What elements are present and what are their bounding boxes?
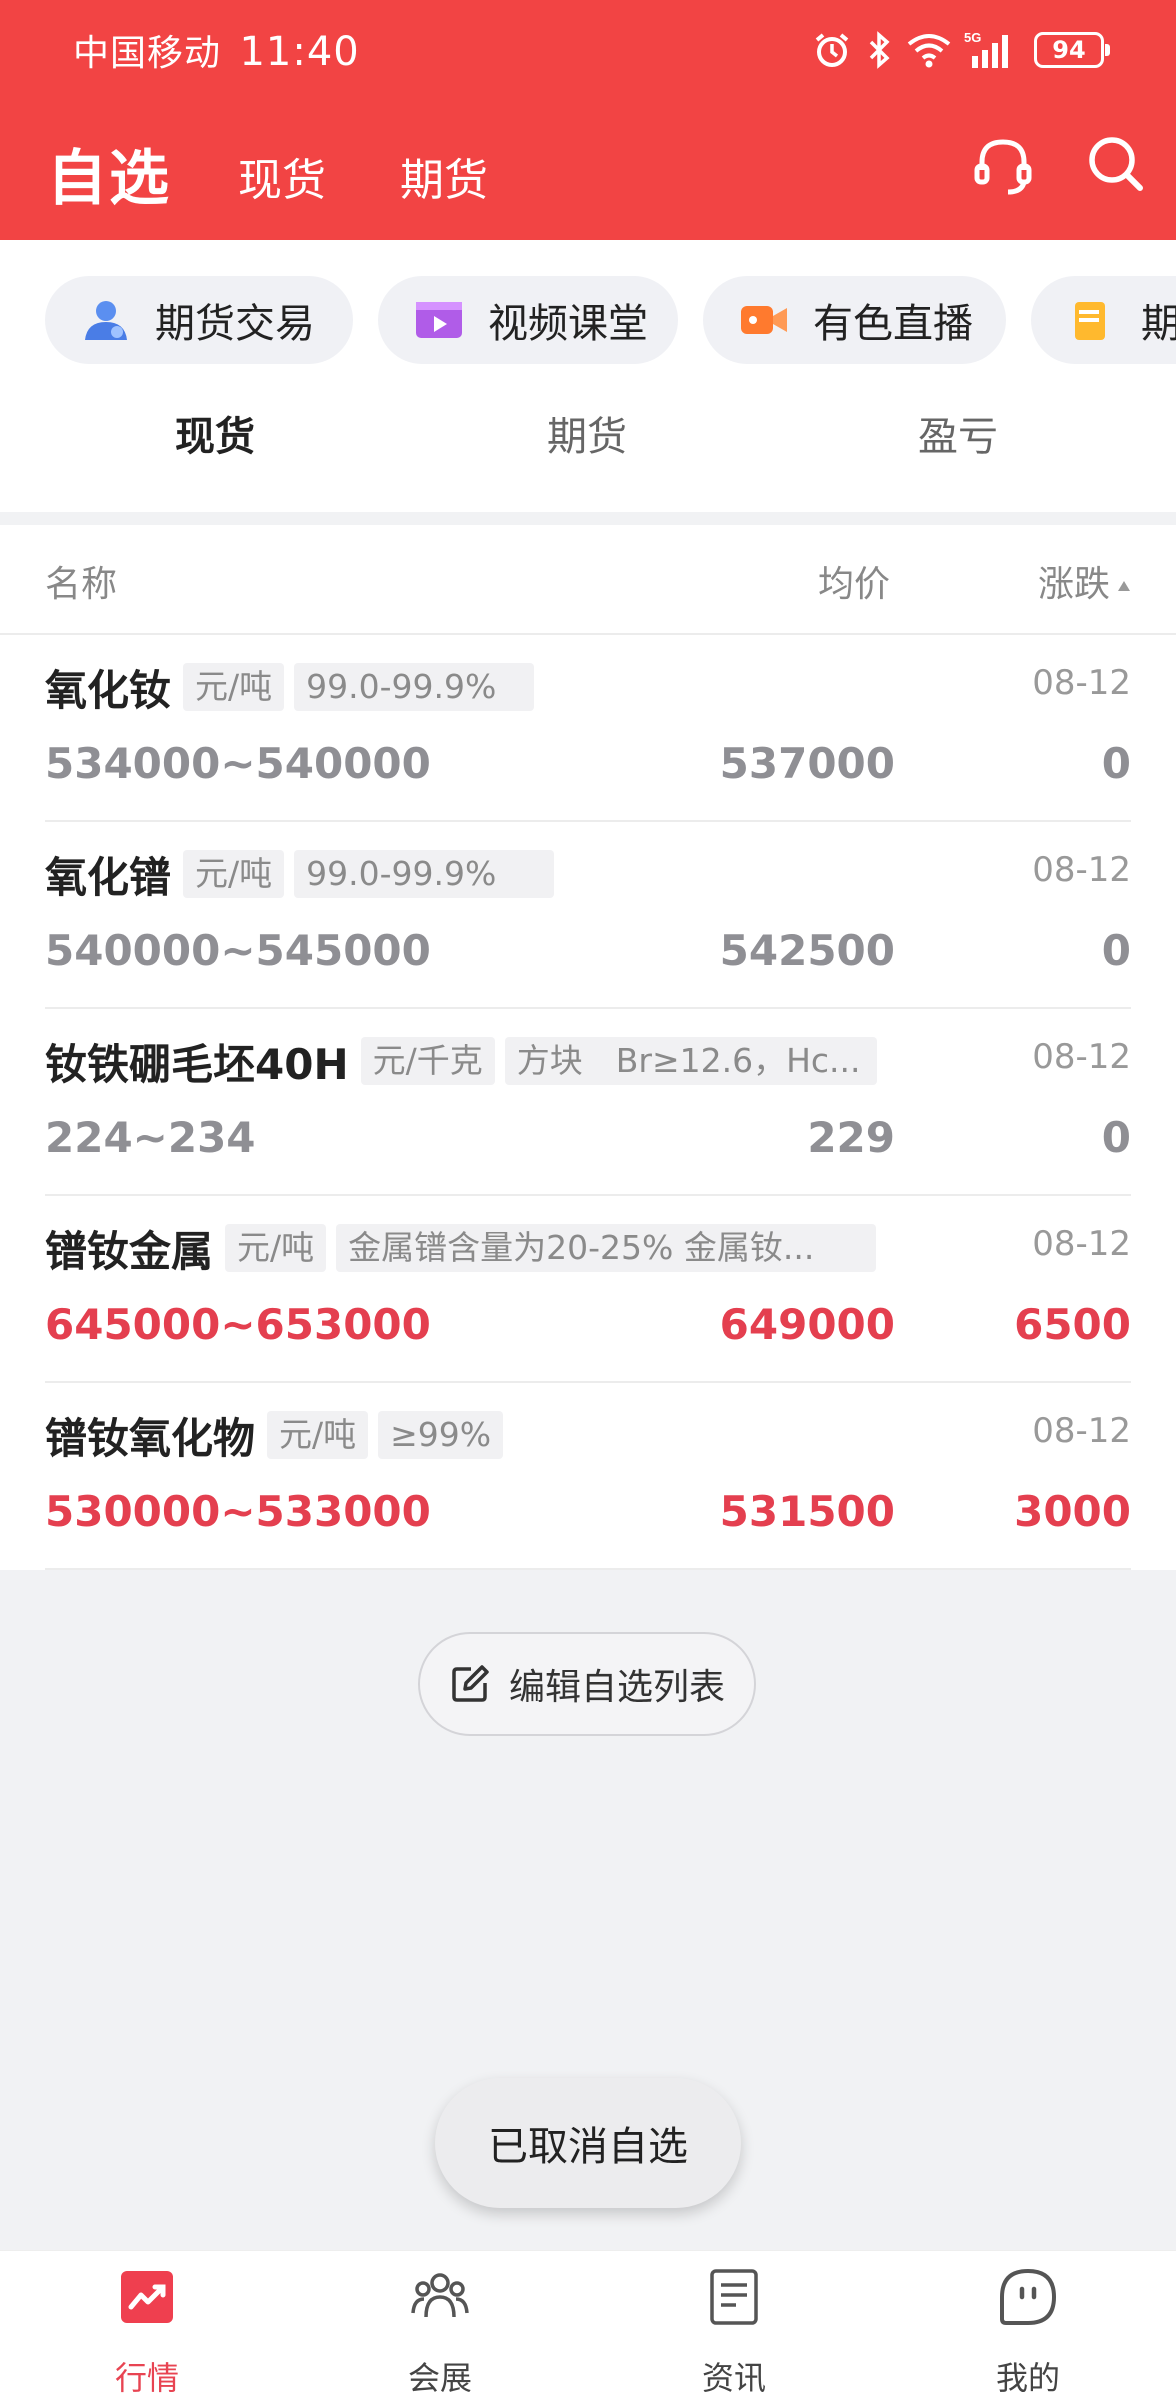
list-item[interactable]: 氧化镨 元/吨 99.0-99.9% 08-12 540000~545000 5… (45, 822, 1131, 1009)
avg-price: 537000 (719, 739, 895, 788)
header-change[interactable]: 涨跌 (1038, 555, 1110, 607)
svg-text:5G: 5G (964, 30, 981, 45)
edit-icon (452, 1665, 489, 1702)
product-name: 镨钕氧化物 (45, 1413, 256, 1463)
price-change: 0 (1101, 1113, 1131, 1162)
tab-exhibition[interactable]: 会展 (340, 2251, 540, 2400)
price-range: 540000~545000 (45, 926, 431, 975)
bottom-tab-bar: 行情 会展 资讯 我的 (0, 2250, 1176, 2400)
tab-news[interactable]: 资讯 (634, 2251, 834, 2400)
unit-tag: 元/吨 (225, 1224, 327, 1272)
status-icons: 5G 94 (812, 28, 1110, 72)
person-icon (85, 301, 127, 340)
news-icon (710, 2269, 758, 2325)
price-change: 0 (1101, 739, 1131, 788)
sub-tab-futures[interactable]: 期货 (547, 404, 627, 462)
chip-video-class[interactable]: 视频课堂 (378, 276, 678, 364)
quote-date: 08-12 (1032, 1037, 1131, 1077)
people-icon (411, 2273, 469, 2318)
spec-tag: ≥99% (378, 1411, 504, 1459)
quote-date: 08-12 (1032, 663, 1131, 703)
profile-icon (1000, 2268, 1057, 2325)
list-item[interactable]: 钕铁硼毛坯40H 元/千克 方块 Br≥12.6，Hc... 08-12 224… (45, 1009, 1131, 1196)
chart-icon (121, 2271, 173, 2323)
tab-market[interactable]: 行情 (47, 2251, 247, 2400)
tab-label: 行情 (114, 2359, 179, 2397)
chip-label: 视频课堂 (488, 301, 648, 347)
nav-tab-spot[interactable]: 现货 (238, 144, 326, 208)
product-name: 氧化镨 (45, 852, 172, 902)
quote-date: 08-12 (1032, 1224, 1131, 1264)
spec-tag: 金属镨含量为20-25% 金属钕... (336, 1224, 877, 1272)
avg-price: 542500 (719, 926, 895, 975)
bluetooth-icon (869, 31, 890, 69)
unit-tag: 元/吨 (183, 663, 285, 711)
tab-label: 我的 (995, 2359, 1060, 2397)
list-header: 名称 均价 涨跌 (0, 525, 1176, 635)
chip-label: 期货交易 (155, 301, 315, 347)
chip-label: 有色直播 (813, 301, 973, 347)
shortcut-bar: 期货交易 视频课堂 有色直播 期货 (0, 240, 1176, 512)
top-nav: 自选 现货 期货 (0, 120, 1176, 220)
chip-futures-trading[interactable]: 期货交易 (45, 276, 353, 364)
wifi-icon (907, 34, 951, 68)
nav-tab-futures[interactable]: 期货 (400, 144, 488, 208)
product-name: 镨钕金属 (45, 1226, 214, 1276)
camera-icon (741, 306, 787, 334)
price-range: 534000~540000 (45, 739, 431, 788)
list-item[interactable]: 镨钕氧化物 元/吨 ≥99% 08-12 530000~533000 53150… (45, 1383, 1131, 1570)
tab-label: 会展 (407, 2359, 472, 2397)
quote-date: 08-12 (1032, 1411, 1131, 1451)
unit-tag: 元/吨 (267, 1411, 369, 1459)
search-icon[interactable] (1082, 130, 1152, 200)
video-icon (416, 302, 462, 338)
tab-label: 资讯 (701, 2359, 766, 2397)
edit-watchlist-button[interactable]: 编辑自选列表 (418, 1632, 756, 1736)
price-change: 0 (1101, 926, 1131, 975)
sort-arrow-icon[interactable] (1118, 581, 1130, 591)
headset-icon[interactable] (968, 130, 1038, 200)
list-item[interactable]: 氧化钕 元/吨 99.0-99.9% 08-12 534000~540000 5… (45, 635, 1131, 822)
price-range: 530000~533000 (45, 1487, 431, 1536)
avg-price: 531500 (719, 1487, 895, 1536)
signal-icon: 5G (964, 30, 1008, 68)
watchlist: 名称 均价 涨跌 氧化钕 元/吨 99.0-99.9% 08-12 534000… (0, 525, 1176, 1570)
product-name: 氧化钕 (45, 665, 172, 715)
sub-tab-spot[interactable]: 现货 (175, 404, 255, 462)
price-range: 224~234 (45, 1113, 256, 1162)
chip-futures-more[interactable]: 期货 (1031, 276, 1176, 364)
carrier-name: 中国移动 (73, 33, 222, 74)
alarm-icon (815, 33, 849, 67)
spec-tag: 方块 Br≥12.6，Hc... (504, 1037, 877, 1085)
sub-tab-profit-loss[interactable]: 盈亏 (918, 404, 998, 462)
tab-profile[interactable]: 我的 (928, 2251, 1128, 2400)
sub-tabs: 现货 期货 盈亏 (0, 390, 1176, 512)
unit-tag: 元/千克 (360, 1037, 495, 1085)
status-bar: 中国移动 11:40 5G 94 (0, 0, 1176, 100)
product-name: 钕铁硼毛坯40H (45, 1039, 349, 1089)
price-change: 6500 (1014, 1300, 1131, 1349)
header-name: 名称 (45, 564, 118, 605)
avg-price: 229 (807, 1113, 895, 1162)
spec-tag: 99.0-99.9% (294, 663, 535, 711)
spec-tag: 99.0-99.9% (294, 850, 555, 898)
toast-message: 已取消自选 (435, 2078, 741, 2208)
avg-price: 649000 (719, 1300, 895, 1349)
chip-nonferrous-live[interactable]: 有色直播 (703, 276, 1006, 364)
battery-indicator: 94 (1034, 32, 1110, 68)
price-range: 645000~653000 (45, 1300, 431, 1349)
app-header: 中国移动 11:40 5G 94 自选 现货 期货 (0, 0, 1176, 240)
header-avg-price: 均价 (817, 564, 890, 605)
list-item[interactable]: 镨钕金属 元/吨 金属镨含量为20-25% 金属钕... 08-12 64500… (45, 1196, 1131, 1383)
clock-time: 11:40 (239, 29, 360, 75)
page-title[interactable]: 自选 (47, 130, 171, 217)
edit-watchlist-label: 编辑自选列表 (508, 1667, 725, 1708)
chip-label: 期货 (1141, 301, 1176, 347)
shortcut-chips: 期货交易 视频课堂 有色直播 期货 (45, 276, 1176, 364)
book-icon (1075, 302, 1105, 340)
price-change: 3000 (1014, 1487, 1131, 1536)
quote-date: 08-12 (1032, 850, 1131, 890)
unit-tag: 元/吨 (183, 850, 285, 898)
carrier-info: 中国移动 11:40 (73, 24, 360, 76)
